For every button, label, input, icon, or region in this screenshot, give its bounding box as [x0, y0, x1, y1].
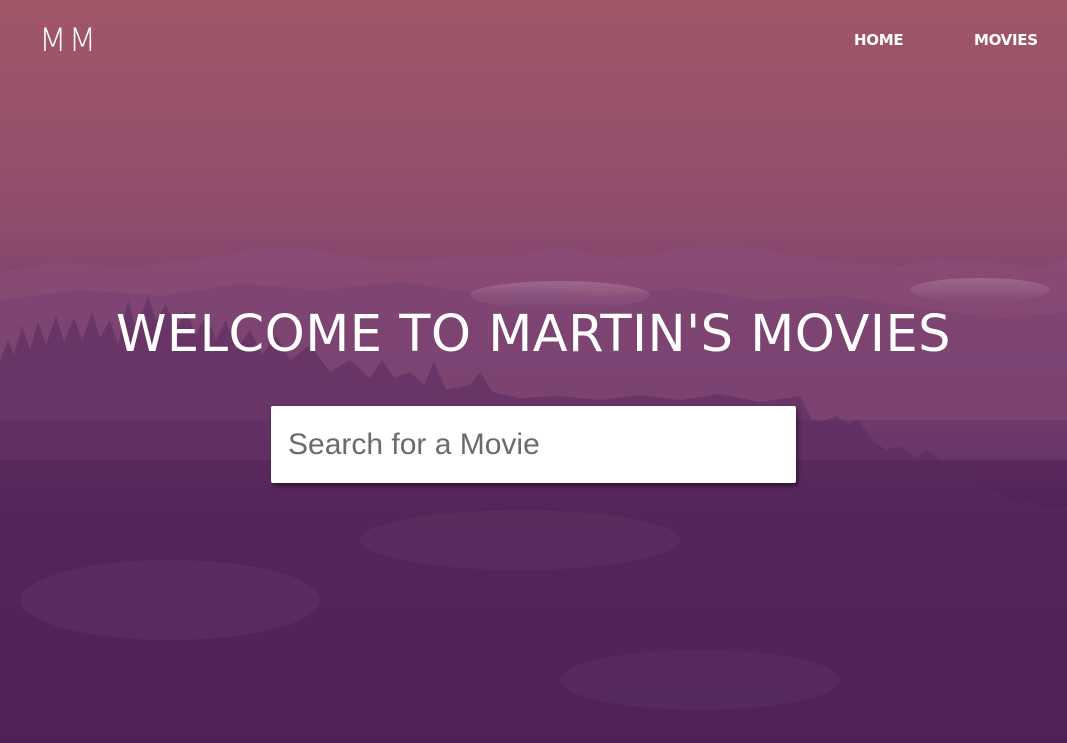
fog-cloud — [360, 510, 680, 570]
fog-cloud — [560, 650, 840, 710]
nav-link-home[interactable]: HOME — [854, 30, 904, 50]
search-input[interactable] — [271, 406, 796, 483]
top-navbar: MM HOME MOVIES — [0, 0, 1067, 80]
hero-title: WELCOME TO MARTIN'S MOVIES — [115, 305, 952, 364]
hero-background-image — [0, 244, 1067, 743]
fog-cloud — [20, 560, 320, 640]
search-box — [271, 406, 796, 483]
brand-logo[interactable]: MM — [39, 22, 98, 58]
fog-cloud — [910, 278, 1050, 302]
nav-link-movies[interactable]: MOVIES — [974, 30, 1038, 50]
